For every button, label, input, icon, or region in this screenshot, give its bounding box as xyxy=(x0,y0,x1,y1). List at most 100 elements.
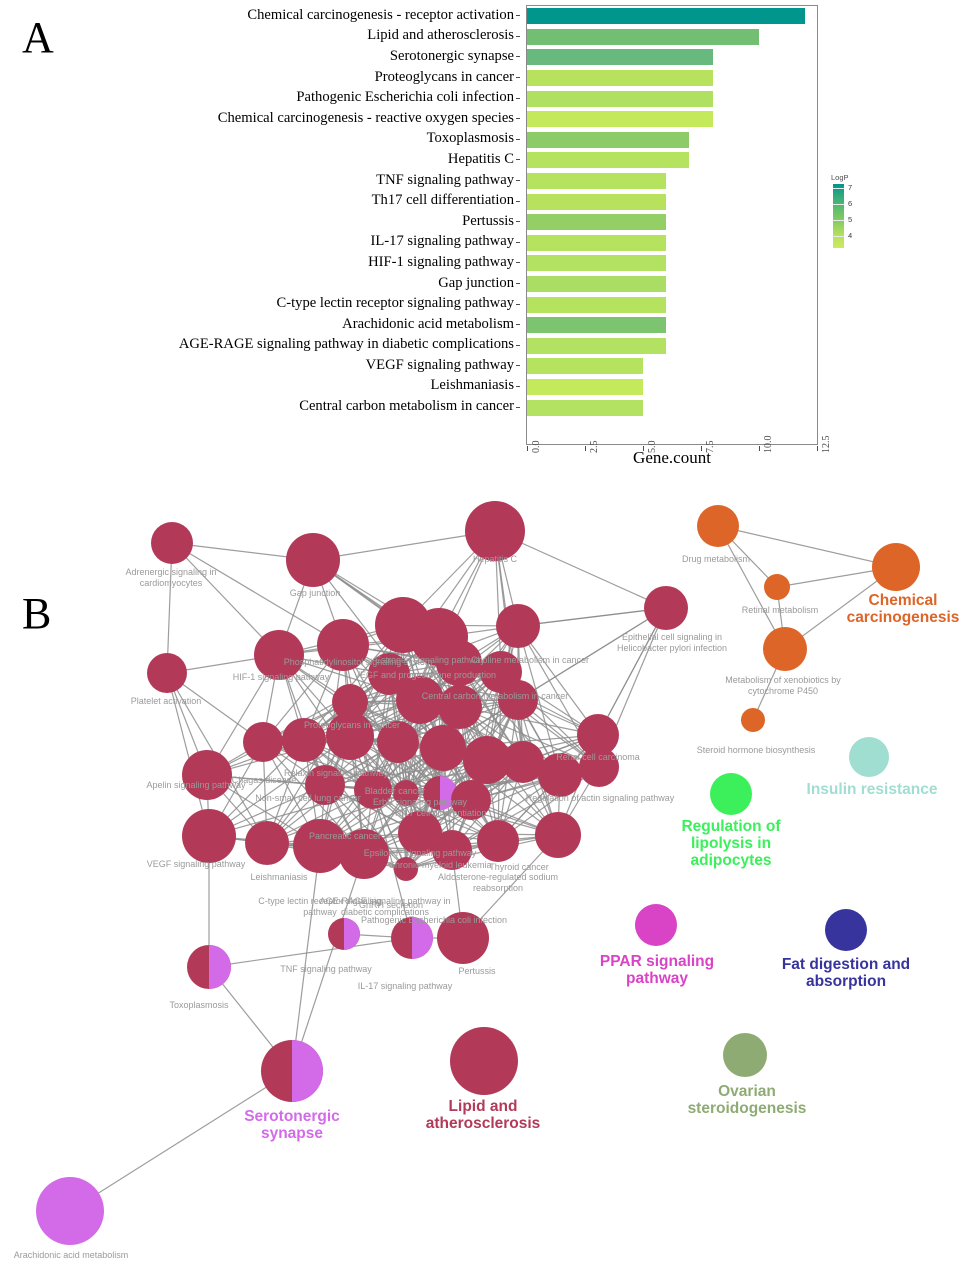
network-node[interactable] xyxy=(635,904,677,946)
network-node-label: VEGF signaling pathway xyxy=(147,859,246,870)
network-node[interactable] xyxy=(535,812,581,858)
network-node[interactable] xyxy=(849,737,889,777)
network-label-line: VEGF signaling pathway xyxy=(146,859,246,869)
bar-row xyxy=(527,356,817,377)
network-node-circle xyxy=(644,586,688,630)
network-node-circle xyxy=(243,722,283,762)
bar-row xyxy=(527,253,817,274)
network-node[interactable] xyxy=(187,945,231,989)
network-node[interactable] xyxy=(147,653,187,693)
bar xyxy=(527,358,643,375)
network-node[interactable] xyxy=(293,819,347,873)
network-node[interactable] xyxy=(741,708,765,732)
network-node-label: Th17 cell differentiation xyxy=(394,808,487,819)
network-node-label: Choline metabolism in cancer xyxy=(471,655,589,666)
panel-a-bar-chart: A Chemical carcinogenesis - receptor act… xyxy=(0,0,963,485)
network-node-circle xyxy=(763,627,807,671)
bar-category-label: Th17 cell differentiation xyxy=(0,190,520,211)
network-node[interactable] xyxy=(151,522,193,564)
bar xyxy=(527,28,759,45)
network-node-label: Platelet activation xyxy=(131,696,202,707)
network-label-line: Retinal metabolism xyxy=(741,605,819,615)
network-node-circle xyxy=(825,909,867,951)
network-node[interactable] xyxy=(36,1177,104,1245)
bar-chart-x-axis: 0.0 2.5 5.0 7.5 10.0 12.5 xyxy=(526,436,832,453)
network-node[interactable] xyxy=(825,909,867,951)
bar-row xyxy=(527,233,817,254)
network-node-label: Toxoplasmosis xyxy=(169,1000,228,1011)
bar-row xyxy=(527,88,817,109)
network-node[interactable] xyxy=(723,1033,767,1077)
network-label-line: Drug metabolism xyxy=(681,554,751,564)
network-node[interactable] xyxy=(477,820,519,862)
bar-row xyxy=(527,68,817,89)
network-node[interactable] xyxy=(872,543,920,591)
network-label-line: TNF signaling pathway xyxy=(280,964,372,974)
network-label-line: carcinogenesis xyxy=(846,609,960,626)
network-node-label: ErbB signaling pathway xyxy=(373,797,467,808)
network-node-circle xyxy=(502,741,544,783)
network-label-line: Pancreatic cancer xyxy=(308,831,382,841)
bar xyxy=(527,317,667,334)
network-node[interactable] xyxy=(496,604,540,648)
network-label-line: atherosclerosis xyxy=(425,1115,541,1132)
network-node-label: Steroid hormone biosynthesis xyxy=(697,745,816,756)
bar-row xyxy=(527,336,817,357)
bar-category-label: Central carbon metabolism in cancer xyxy=(0,396,520,417)
bar xyxy=(527,337,667,354)
network-label-line: Insulin resistance xyxy=(806,781,938,798)
network-node[interactable] xyxy=(763,627,807,671)
network-node-circle xyxy=(151,522,193,564)
bar-row xyxy=(527,397,817,418)
network-edge xyxy=(517,607,667,627)
network-node[interactable] xyxy=(764,574,790,600)
bar-row xyxy=(527,6,817,27)
network-node[interactable] xyxy=(182,809,236,863)
network-node-label: Retinal metabolism xyxy=(742,605,819,616)
network-cluster-label: Serotonergic synapse xyxy=(244,1108,340,1142)
network-label-line: Proteoglycans in cancer xyxy=(303,720,401,730)
network-node[interactable] xyxy=(465,501,525,561)
network-node-label: Non-small cell lung cancer xyxy=(255,793,361,804)
network-node-label: Pancreatic cancer xyxy=(309,831,381,842)
bar xyxy=(527,111,713,128)
network-label-line: IL-17 signaling pathway xyxy=(357,981,453,991)
network-node[interactable] xyxy=(644,586,688,630)
network-cluster-label: Ovarian steroidogenesis xyxy=(688,1083,807,1117)
network-node-circle xyxy=(710,773,752,815)
network-label-line: Regulation of xyxy=(681,818,781,835)
bar-row xyxy=(527,377,817,398)
bar xyxy=(527,276,667,293)
network-node-label: Pertussis xyxy=(458,966,495,977)
network-node-label: Drug metabolism xyxy=(682,554,750,565)
network-node[interactable] xyxy=(710,773,752,815)
network-node-circle xyxy=(36,1177,104,1245)
network-node[interactable] xyxy=(286,533,340,587)
network-node[interactable] xyxy=(450,1027,518,1095)
network-node-circle xyxy=(286,533,340,587)
network-node-label: Pathogenic Escherichia coli infection xyxy=(361,915,507,926)
network-node[interactable] xyxy=(328,918,360,950)
network-label-line: adipocytes xyxy=(690,852,772,869)
bar-category-label: Pertussis xyxy=(0,211,520,232)
network-node[interactable] xyxy=(261,1040,323,1102)
network-node[interactable] xyxy=(182,750,232,800)
bar xyxy=(527,193,667,210)
bar-chart-x-axis-title: Gene.count xyxy=(633,448,711,467)
network-node[interactable] xyxy=(420,725,466,771)
network-node[interactable] xyxy=(245,821,289,865)
network-node[interactable] xyxy=(502,741,544,783)
network-node-label: Epsilon R signaling pathway xyxy=(364,848,477,859)
bar-category-label: HIF-1 signaling pathway xyxy=(0,252,520,273)
bar-category-label: Chemical carcinogenesis - reactive oxyge… xyxy=(0,108,520,129)
legend-tick xyxy=(833,219,844,221)
network-node-label: Bladder cancer xyxy=(365,786,426,797)
network-label-line: Leishmaniasis xyxy=(250,872,308,882)
network-label-line: Choline metabolism in cancer xyxy=(470,655,590,665)
network-label-line: Gap junction xyxy=(289,588,341,598)
network-node[interactable] xyxy=(243,722,283,762)
panel-b-network-diagram: B Adrenergic signaling in cardiomyocytes G… xyxy=(0,485,963,1260)
network-node[interactable] xyxy=(697,505,739,547)
bar xyxy=(527,49,713,66)
network-label-line: VEGF and progesterone production xyxy=(353,670,497,680)
